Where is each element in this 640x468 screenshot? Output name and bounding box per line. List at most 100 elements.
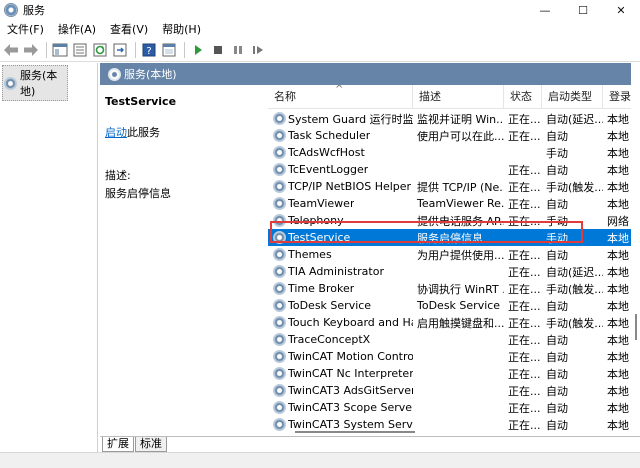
gear-icon [4,76,17,90]
tab-extended[interactable]: 扩展 [102,437,134,452]
menu-file[interactable]: 文件(F) [0,21,51,38]
table-row-selected[interactable]: TestService 服务启停信息 手动 本地 [268,229,640,246]
table-row[interactable]: TwinCAT Motion Control ...正在...自动本地 [268,348,640,365]
column-header-status[interactable]: 状态 [504,85,542,109]
menu-help[interactable]: 帮助(H) [155,21,208,38]
main-pane: 服务(本地) TestService 启动此服务 描述: 服务启停信息 ^ 名称… [100,63,640,468]
column-header-name[interactable]: ^ 名称 [268,85,413,109]
service-startup-type: 手动 [546,214,568,228]
service-description: 监视并证明 Win... [417,112,504,126]
cell-name: Touch Keyboard and Ha... [268,316,413,329]
start-service-suffix: 此服务 [127,126,160,139]
properties-list-icon[interactable] [71,41,89,59]
table-row[interactable]: Time Broker 协调执行 WinRT ... 正在... 手动(触发... 本地 [268,280,640,297]
back-arrow-icon[interactable] [2,41,20,59]
service-name: Telephony [288,214,344,227]
tree-item-services-local[interactable]: 服务(本地) [2,65,68,101]
service-startup-type: 自动 [546,299,568,313]
toolbar-separator [184,41,185,58]
service-startup-type: 自动 [546,401,568,415]
cell-name: TraceConceptX [268,333,413,346]
service-name: Touch Keyboard and Ha... [288,316,413,329]
table-row[interactable]: TcAdsWcfHost 手动 本地 [268,144,640,161]
gear-icon [273,248,286,261]
service-startup-type: 自动 [546,248,568,262]
service-description: 协调执行 WinRT ... [417,282,504,296]
menu-action[interactable]: 操作(A) [51,21,103,38]
gear-icon [273,384,286,397]
table-row[interactable]: Task Scheduler 使用户可以在此... 正在... 自动 本地 [268,127,640,144]
console-view-icon[interactable] [160,41,178,59]
table-row[interactable]: ToDesk Service ToDesk Service 正在... 自动 本地 [268,297,640,314]
table-row[interactable]: TwinCAT3 Scope Server 正在... 自动 本地 [268,399,640,416]
column-header-startup-type[interactable]: 启动类型 [542,85,603,109]
vertical-scrollbar[interactable] [631,62,640,439]
menu-bar: 文件(F) 操作(A) 查看(V) 帮助(H) [0,21,640,38]
cell-name: TCP/IP NetBIOS Helper [268,180,413,193]
table-row[interactable]: TwinCAT3 AdsGitServer 正在... 自动 本地 [268,382,640,399]
start-service-link[interactable]: 启动 [105,126,127,139]
table-row[interactable]: TeamViewer TeamViewer Re... 正在... 自动 本地 [268,195,640,212]
table-row[interactable]: System Guard 运行时监视... 监视并证明 Win... 正在... 自动… [268,110,640,127]
service-name: TwinCAT Nc Interpreter [288,367,413,380]
tree-item-label: 服务(本地) [20,69,58,98]
gear-icon [273,231,286,244]
services-app-icon [4,3,18,17]
gear-icon [273,129,286,142]
service-startup-type: 手动 [546,231,568,245]
service-startup-type: 自动 [546,384,568,398]
console-tree: 服务(本地) [0,63,98,468]
service-status: 正在... [508,316,541,330]
gear-icon [273,282,286,295]
maximize-button[interactable]: ☐ [564,0,602,20]
gear-icon [108,67,121,81]
minimize-button[interactable]: — [526,0,564,20]
sort-ascending-icon: ^ [335,85,344,95]
service-description: 为用户提供使用... [417,248,504,262]
column-header-description[interactable]: 描述 [413,85,504,109]
horizontal-scroll-thumb[interactable] [295,431,415,433]
menu-view[interactable]: 查看(V) [103,21,155,38]
pause-service-icon[interactable] [229,41,247,59]
help-icon[interactable]: ? [140,41,158,59]
cell-name: Task Scheduler [268,129,413,142]
console-tree-icon[interactable] [51,41,69,59]
service-status: 正在... [508,384,541,398]
service-startup-type: 自动 [546,367,568,381]
vertical-scroll-thumb[interactable] [635,314,637,340]
title-bar: 服务 — ☐ ✕ [0,0,640,20]
service-status: 正在... [508,367,541,381]
forward-arrow-icon[interactable] [22,41,40,59]
table-row[interactable]: TCP/IP NetBIOS Helper 提供 TCP/IP (Ne... 正在.… [268,178,640,195]
service-startup-type: 手动(触发... [546,180,603,194]
start-service-icon[interactable] [189,41,207,59]
close-button[interactable]: ✕ [602,0,640,20]
refresh-icon[interactable] [91,41,109,59]
stop-service-icon[interactable] [209,41,227,59]
table-row[interactable]: Telephony 提供电话服务 AP... 正在... 手动 网络 [268,212,640,229]
detail-start-line: 启动此服务 [105,124,263,140]
service-status: 正在... [508,163,541,177]
view-tabs: 扩展 标准 [100,436,640,452]
horizontal-scrollbar[interactable] [270,429,630,435]
table-row[interactable]: TraceConceptX 正在... 自动 本地 [268,331,640,348]
cell-name: TwinCAT Motion Control ... [268,350,413,363]
gear-icon [273,299,286,312]
table-row[interactable]: Touch Keyboard and Ha... 启用触摸键盘和... 正在... 手… [268,314,640,331]
table-row[interactable]: TcEventLogger 正在... 自动 本地 [268,161,640,178]
tab-standard[interactable]: 标准 [135,437,167,452]
table-row[interactable]: Themes 为用户提供使用... 正在... 自动 本地 [268,246,640,263]
table-row[interactable]: TIA Administrator 正在... 自动(延迟... 本地 [268,263,640,280]
service-name: TwinCAT Motion Control ... [288,350,413,363]
restart-service-icon[interactable] [249,41,267,59]
service-status: 正在... [508,129,541,143]
table-row[interactable]: TwinCAT Nc Interpreter 正在... 自动 本地 [268,365,640,382]
service-startup-type: 手动(触发... [546,282,603,296]
toolbar-separator [135,41,136,58]
service-status: 正在... [508,299,541,313]
export-list-icon[interactable] [111,41,129,59]
gear-icon [273,146,286,159]
detail-service-name: TestService [105,95,177,108]
service-name: TwinCAT3 AdsGitServer [288,384,413,397]
cell-name: TwinCAT3 Scope Server [268,401,413,414]
